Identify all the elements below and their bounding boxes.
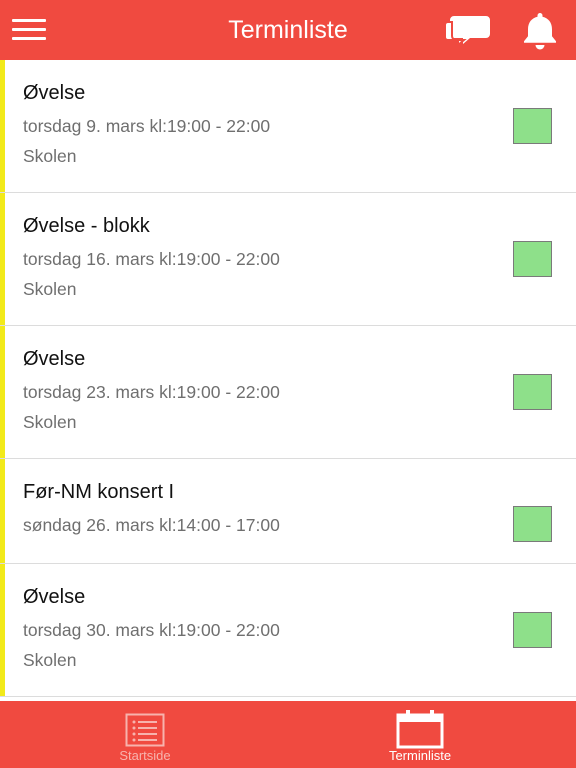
- event-location: Skolen: [23, 412, 77, 432]
- list-icon: [125, 713, 165, 747]
- event-location: Skolen: [23, 279, 77, 299]
- attendance-status-box[interactable]: [513, 241, 552, 277]
- event-marker: [0, 564, 5, 696]
- event-row[interactable]: Øvelse torsdag 30. mars kl:19:00 - 22:00…: [0, 564, 576, 697]
- event-marker: [0, 326, 5, 458]
- attendance-status-box[interactable]: [513, 612, 552, 648]
- tab-label: Terminliste: [388, 748, 452, 763]
- bell-icon: [524, 13, 556, 50]
- attendance-status-box[interactable]: [513, 108, 552, 144]
- event-row[interactable]: Øvelse torsdag 9. mars kl:19:00 - 22:00 …: [0, 60, 576, 193]
- tab-label: Startside: [119, 748, 171, 763]
- event-datetime: torsdag 30. mars kl:19:00 - 22:00: [23, 620, 280, 640]
- event-location: Skolen: [23, 650, 77, 670]
- menu-button[interactable]: [12, 17, 46, 43]
- attendance-status-box[interactable]: [513, 506, 552, 542]
- notifications-button[interactable]: [518, 10, 562, 50]
- hamburger-menu-icon: [12, 19, 46, 22]
- event-name: Øvelse: [23, 82, 86, 104]
- event-marker: [0, 459, 5, 563]
- attendance-status-box[interactable]: [513, 374, 552, 410]
- event-list[interactable]: Øvelse torsdag 9. mars kl:19:00 - 22:00 …: [0, 60, 576, 701]
- bottom-tab-bar: Startside Terminliste: [0, 701, 576, 768]
- event-marker: [0, 193, 5, 325]
- event-datetime: torsdag 16. mars kl:19:00 - 22:00: [23, 249, 280, 269]
- calendar-icon: [396, 710, 444, 749]
- event-name: Øvelse - blokk: [23, 215, 150, 237]
- event-marker: [0, 60, 5, 192]
- event-datetime: torsdag 9. mars kl:19:00 - 22:00: [23, 116, 271, 136]
- event-row[interactable]: Øvelse torsdag 23. mars kl:19:00 - 22:00…: [0, 326, 576, 459]
- event-datetime: søndag 26. mars kl:14:00 - 17:00: [23, 515, 280, 535]
- event-row[interactable]: Før-NM konsert I søndag 26. mars kl:14:0…: [0, 459, 576, 564]
- tab-terminliste[interactable]: Terminliste: [320, 701, 520, 768]
- event-datetime: torsdag 23. mars kl:19:00 - 22:00: [23, 382, 280, 402]
- tab-startside[interactable]: Startside: [45, 701, 245, 768]
- app-header: Terminliste: [0, 0, 576, 60]
- event-location: Skolen: [23, 146, 77, 166]
- event-name: Øvelse: [23, 348, 86, 370]
- event-name: Før-NM konsert I: [23, 481, 175, 503]
- chat-button[interactable]: [444, 10, 492, 50]
- event-name: Øvelse: [23, 586, 86, 608]
- chat-bubbles-icon: [444, 16, 490, 48]
- event-row[interactable]: Øvelse - blokk torsdag 16. mars kl:19:00…: [0, 193, 576, 326]
